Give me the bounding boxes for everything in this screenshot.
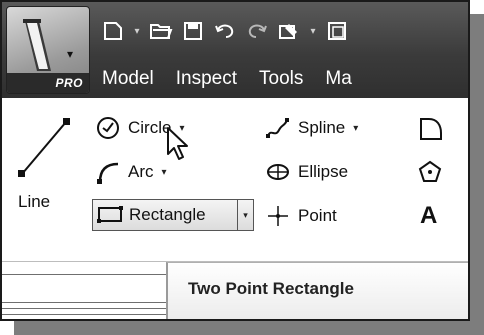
polygon-icon (416, 158, 444, 186)
arc-icon (94, 158, 122, 186)
spline-icon (264, 114, 292, 142)
application-window: ▾ PRO ▾ ▾ Model Inspect Tools Ma Line Ci… (0, 0, 470, 321)
inventor-logo-icon (23, 19, 51, 71)
new-document-icon[interactable] (100, 18, 126, 44)
text-button[interactable]: A (420, 202, 437, 230)
rectangle-label: Rectangle (129, 205, 206, 224)
mouse-cursor-icon (167, 127, 188, 160)
wrench-icon[interactable] (276, 18, 302, 44)
spline-button[interactable]: Spline ▾ (264, 112, 358, 144)
screenshot-icon[interactable] (324, 18, 350, 44)
tooltip-text: Two Point Rectangle (188, 279, 354, 298)
chevron-down-icon: ▾ (243, 209, 248, 220)
line-button[interactable]: Line (16, 114, 76, 238)
arc-button[interactable]: Arc ▾ (94, 156, 167, 188)
tooltip: Two Point Rectangle (166, 262, 468, 319)
tab-tools[interactable]: Tools (259, 68, 303, 90)
ellipse-icon (264, 158, 292, 186)
chevron-down-icon: ▾ (67, 47, 74, 61)
chevron-down-icon[interactable]: ▾ (162, 167, 167, 178)
line-icon (18, 118, 70, 177)
point-button[interactable]: Point (264, 200, 337, 232)
quick-access-toolbar: ▾ ▾ (100, 14, 350, 48)
edition-label: PRO (7, 73, 89, 93)
save-icon[interactable] (180, 18, 206, 44)
title-bar: ▾ PRO ▾ ▾ Model Inspect Tools Ma (2, 2, 468, 98)
circle-icon (94, 114, 122, 142)
redo-icon[interactable] (244, 18, 270, 44)
chevron-down-icon[interactable]: ▾ (132, 26, 142, 37)
ribbon-tabs: Model Inspect Tools Ma (102, 62, 352, 96)
fillet-button[interactable] (416, 112, 450, 144)
rectangle-icon (95, 201, 125, 229)
application-menu-button[interactable]: ▾ PRO (6, 6, 90, 94)
fillet-icon (416, 114, 444, 142)
point-icon (264, 202, 292, 230)
polygon-button[interactable] (416, 156, 450, 188)
undo-icon[interactable] (212, 18, 238, 44)
arc-label: Arc (128, 162, 154, 181)
point-label: Point (298, 206, 337, 225)
rectangle-dropdown-button[interactable]: ▾ (238, 199, 254, 231)
tab-manage[interactable]: Ma (325, 68, 351, 90)
grid-lines (2, 262, 174, 319)
ellipse-label: Ellipse (298, 162, 349, 181)
open-folder-icon[interactable] (148, 18, 174, 44)
tab-model[interactable]: Model (102, 68, 154, 90)
ellipse-button[interactable]: Ellipse (264, 156, 348, 188)
spline-label: Spline (298, 118, 346, 137)
chevron-down-icon[interactable]: ▾ (353, 123, 358, 134)
line-label: Line (18, 192, 51, 211)
tab-inspect[interactable]: Inspect (176, 68, 237, 90)
rectangle-button[interactable]: Rectangle (92, 199, 238, 231)
ribbon-panel: Line Circle ▾ Arc ▾ Rectangle ▾ Spline ▾… (2, 98, 468, 262)
chevron-down-icon[interactable]: ▾ (308, 26, 318, 37)
